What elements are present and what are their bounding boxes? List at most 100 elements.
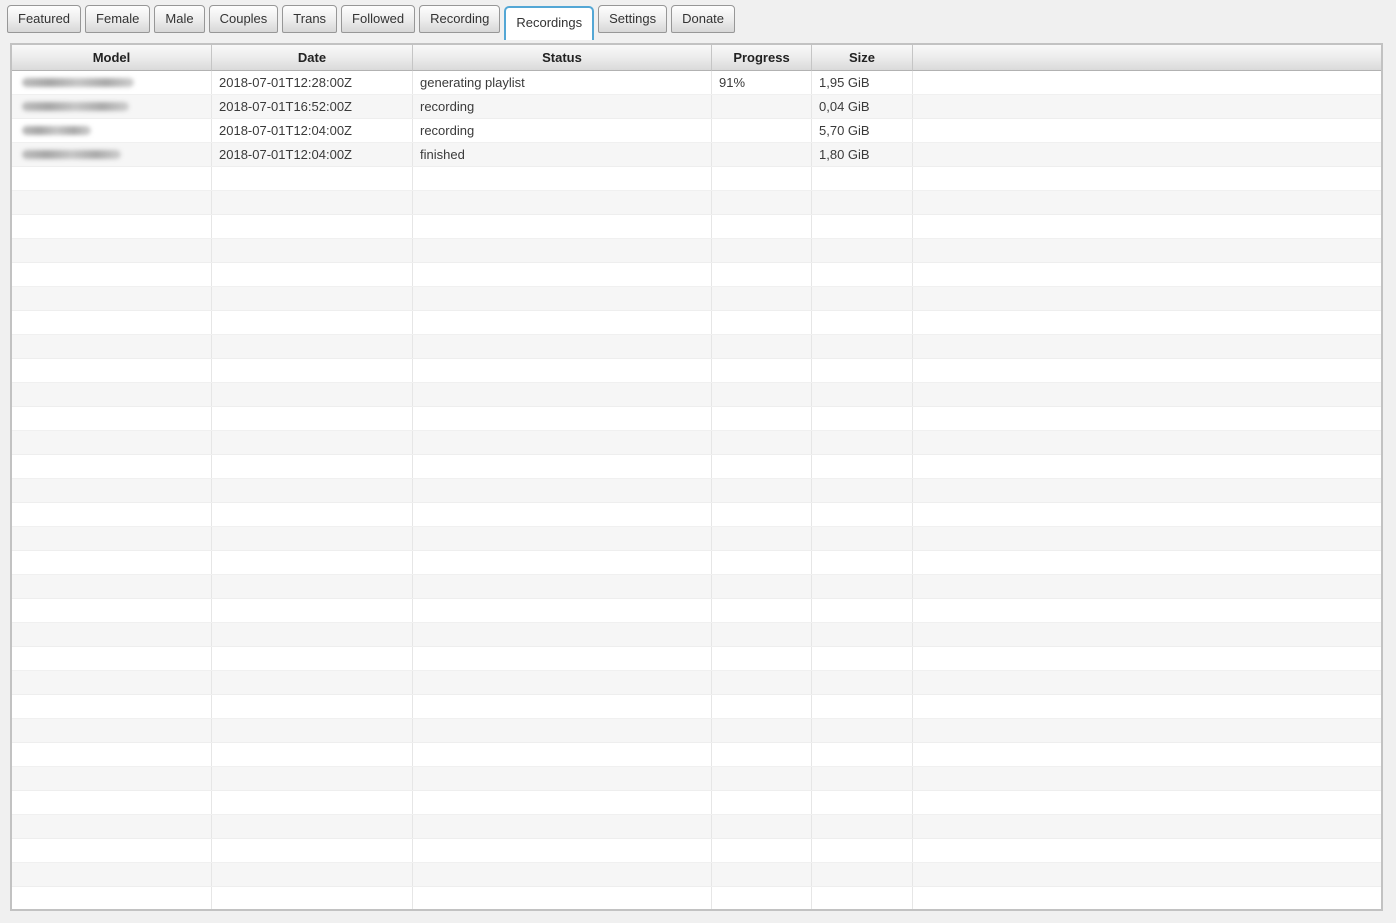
cell-date: [212, 671, 413, 694]
cell-progress: [712, 599, 812, 622]
cell-date: [212, 455, 413, 478]
cell-extra: [913, 743, 1381, 766]
cell-extra: [913, 695, 1381, 718]
table-row-empty: [12, 479, 1381, 503]
cell-progress: [712, 167, 812, 190]
cell-progress: [712, 407, 812, 430]
cell-status: [413, 551, 712, 574]
table-row[interactable]: 2018-07-01T16:52:00Zrecording0,04 GiB: [12, 95, 1381, 119]
cell-date: [212, 335, 413, 358]
tab-couples[interactable]: Couples: [209, 5, 279, 33]
cell-extra: [913, 623, 1381, 646]
cell-date: [212, 503, 413, 526]
cell-status: [413, 287, 712, 310]
cell-date: [212, 791, 413, 814]
table-row-empty: [12, 215, 1381, 239]
column-header-status[interactable]: Status: [413, 45, 712, 71]
tab-featured[interactable]: Featured: [7, 5, 81, 33]
column-header-date[interactable]: Date: [212, 45, 413, 71]
tab-bar: FeaturedFemaleMaleCouplesTransFollowedRe…: [0, 0, 1396, 40]
cell-extra: [913, 671, 1381, 694]
cell-size: [812, 719, 913, 742]
column-header-size[interactable]: Size: [812, 45, 913, 71]
table-row-empty: [12, 839, 1381, 863]
cell-size: [812, 695, 913, 718]
cell-date: [212, 263, 413, 286]
cell-date: 2018-07-01T12:28:00Z: [212, 71, 413, 94]
table-row[interactable]: 2018-07-01T12:04:00Zfinished1,80 GiB: [12, 143, 1381, 167]
cell-progress: [712, 239, 812, 262]
cell-model: [12, 623, 212, 646]
cell-size: 0,04 GiB: [812, 95, 913, 118]
cell-size: [812, 335, 913, 358]
cell-model: [12, 191, 212, 214]
cell-extra: [913, 407, 1381, 430]
cell-date: [212, 767, 413, 790]
tab-recording[interactable]: Recording: [419, 5, 500, 33]
cell-size: [812, 431, 913, 454]
table-row-empty: [12, 815, 1381, 839]
cell-status: [413, 359, 712, 382]
cell-size: [812, 263, 913, 286]
cell-status: [413, 671, 712, 694]
cell-model: [12, 407, 212, 430]
cell-status: [413, 743, 712, 766]
column-header-model[interactable]: Model: [12, 45, 212, 71]
cell-date: [212, 431, 413, 454]
cell-status: [413, 311, 712, 334]
table-row[interactable]: 2018-07-01T12:04:00Zrecording5,70 GiB: [12, 119, 1381, 143]
table-row-empty: [12, 311, 1381, 335]
cell-date: [212, 623, 413, 646]
cell-progress: [712, 215, 812, 238]
column-header-progress[interactable]: Progress: [712, 45, 812, 71]
cell-model: [12, 527, 212, 550]
cell-model: [12, 551, 212, 574]
cell-model: [12, 431, 212, 454]
tab-male[interactable]: Male: [154, 5, 204, 33]
cell-date: [212, 719, 413, 742]
cell-size: [812, 239, 913, 262]
table-row-empty: [12, 503, 1381, 527]
cell-size: [812, 455, 913, 478]
table-header: ModelDateStatusProgressSize: [12, 45, 1381, 71]
cell-extra: [913, 191, 1381, 214]
cell-status: [413, 191, 712, 214]
table-row[interactable]: 2018-07-01T12:28:00Zgenerating playlist9…: [12, 71, 1381, 95]
cell-date: [212, 887, 413, 910]
cell-model: [12, 863, 212, 886]
cell-extra: [913, 767, 1381, 790]
cell-progress: [712, 839, 812, 862]
cell-status: [413, 383, 712, 406]
cell-status: [413, 335, 712, 358]
cell-progress: [712, 479, 812, 502]
table-row-empty: [12, 191, 1381, 215]
tab-followed[interactable]: Followed: [341, 5, 415, 33]
cell-size: [812, 839, 913, 862]
cell-size: [812, 479, 913, 502]
tab-trans[interactable]: Trans: [282, 5, 337, 33]
cell-size: [812, 791, 913, 814]
cell-date: [212, 479, 413, 502]
table-row-empty: [12, 647, 1381, 671]
cell-progress: [712, 383, 812, 406]
tab-recordings[interactable]: Recordings: [504, 6, 594, 40]
cell-status: [413, 647, 712, 670]
table-row-empty: [12, 887, 1381, 911]
cell-model: [12, 479, 212, 502]
cell-status: [413, 695, 712, 718]
cell-date: [212, 695, 413, 718]
cell-size: [812, 191, 913, 214]
table-row-empty: [12, 407, 1381, 431]
tab-donate[interactable]: Donate: [671, 5, 735, 33]
tab-settings[interactable]: Settings: [598, 5, 667, 33]
cell-extra: [913, 239, 1381, 262]
cell-extra: [913, 263, 1381, 286]
tab-female[interactable]: Female: [85, 5, 150, 33]
cell-progress: [712, 359, 812, 382]
cell-date: [212, 599, 413, 622]
cell-extra: [913, 479, 1381, 502]
cell-model: [12, 383, 212, 406]
cell-model: [12, 71, 212, 94]
cell-progress: [712, 815, 812, 838]
cell-status: [413, 455, 712, 478]
